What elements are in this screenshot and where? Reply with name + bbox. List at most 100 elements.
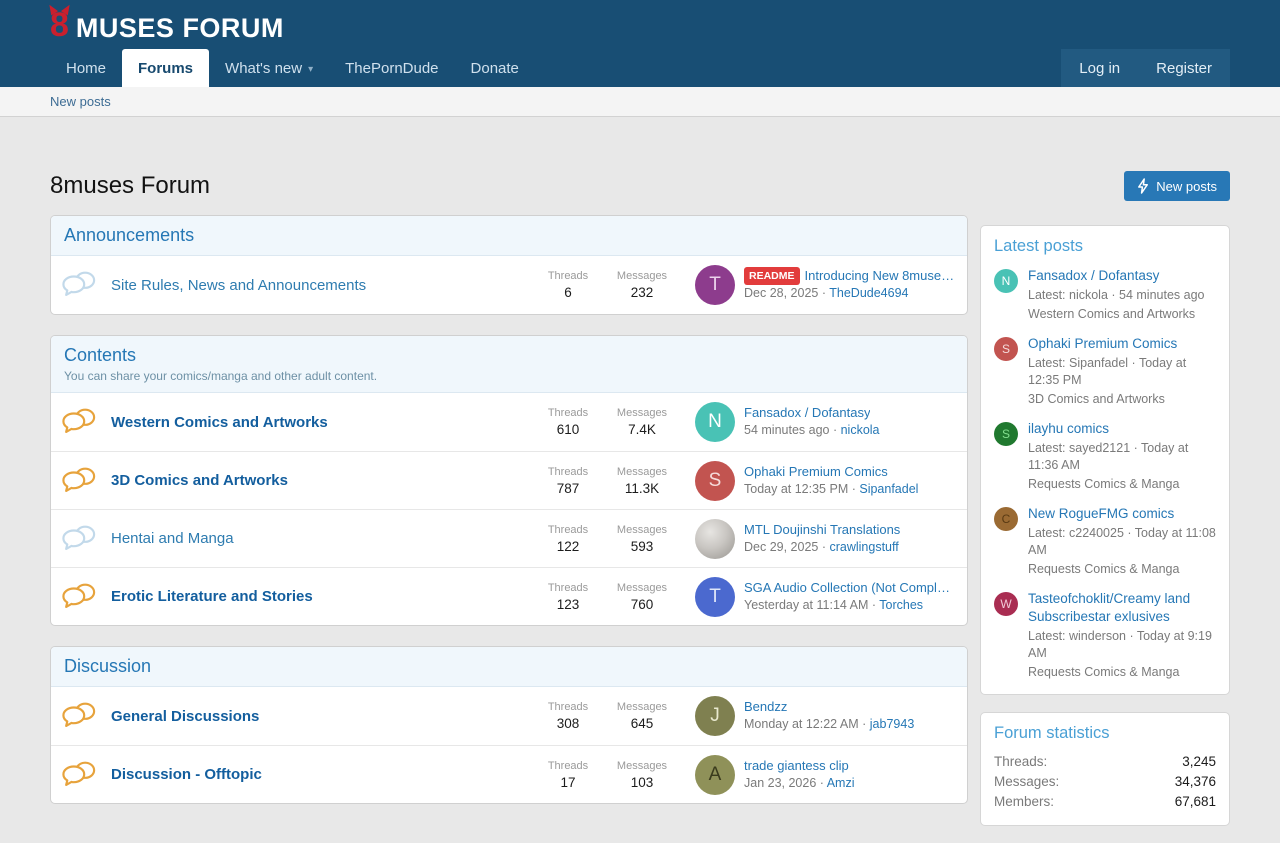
category-announcements: Announcements Site Rules, News and Annou… bbox=[50, 215, 968, 315]
threads-label: Threads bbox=[531, 524, 605, 536]
last-post-link[interactable]: SGA Audio Collection (Not Complet... bbox=[744, 579, 956, 597]
avatar[interactable]: S bbox=[994, 422, 1018, 446]
last-post-link[interactable]: Introducing New 8muses ... bbox=[805, 267, 956, 285]
nav-home[interactable]: Home bbox=[50, 49, 122, 87]
last-post-link[interactable]: trade giantess clip bbox=[744, 757, 849, 775]
avatar-photo[interactable] bbox=[695, 519, 735, 559]
threads-stat: Threads 308 bbox=[531, 701, 605, 731]
stat-label: Messages: bbox=[994, 774, 1059, 789]
latest-post-item: S Ophaki Premium Comics Latest: Sipanfad… bbox=[994, 335, 1216, 408]
forum-row: 3D Comics and Artworks Threads 787 Messa… bbox=[51, 451, 967, 509]
avatar[interactable]: W bbox=[994, 592, 1018, 616]
latest-posts-widget: Latest posts N Fansadox / Dofantasy Late… bbox=[980, 225, 1230, 695]
forum-title-link[interactable]: Erotic Literature and Stories bbox=[111, 588, 313, 605]
messages-value: 7.4K bbox=[605, 422, 679, 437]
messages-stat: Messages 7.4K bbox=[605, 407, 679, 437]
nav-forums[interactable]: Forums bbox=[122, 49, 209, 87]
last-post-user-link[interactable]: nickola bbox=[841, 423, 880, 437]
latest-post-link[interactable]: Fansadox / Dofantasy bbox=[1028, 268, 1159, 283]
logo-text: MUSES FORUM bbox=[76, 15, 284, 42]
page-title: 8muses Forum bbox=[50, 172, 210, 200]
last-post-date: Dec 28, 2025 · bbox=[744, 286, 826, 300]
messages-stat: Messages 593 bbox=[605, 524, 679, 554]
last-post-link[interactable]: Bendzz bbox=[744, 698, 787, 716]
threads-value: 610 bbox=[531, 422, 605, 437]
new-posts-button[interactable]: New posts bbox=[1124, 171, 1230, 201]
last-post-date: Dec 29, 2025 · bbox=[744, 540, 826, 554]
latest-post-meta: Latest: nickola · 54 minutes ago bbox=[1028, 287, 1205, 304]
threads-value: 787 bbox=[531, 481, 605, 496]
threads-value: 6 bbox=[531, 285, 605, 300]
subnav-new-posts-link[interactable]: New posts bbox=[50, 94, 111, 109]
avatar[interactable]: S bbox=[695, 461, 735, 501]
avatar[interactable]: A bbox=[695, 755, 735, 795]
latest-post-forum: 3D Comics and Artworks bbox=[1028, 391, 1216, 408]
forum-row: Site Rules, News and Announcements Threa… bbox=[51, 256, 967, 314]
new-posts-button-label: New posts bbox=[1156, 179, 1217, 194]
avatar[interactable]: T bbox=[695, 577, 735, 617]
threads-label: Threads bbox=[531, 466, 605, 478]
latest-post-forum: Western Comics and Artworks bbox=[1028, 306, 1205, 323]
latest-post-link[interactable]: ilayhu comics bbox=[1028, 421, 1109, 436]
stat-label: Members: bbox=[994, 794, 1054, 809]
threads-value: 17 bbox=[531, 775, 605, 790]
forum-title-link[interactable]: General Discussions bbox=[111, 708, 259, 725]
last-post: Ophaki Premium Comics Today at 12:35 PM … bbox=[744, 463, 956, 499]
stat-row: Threads: 3,245 bbox=[994, 754, 1216, 769]
last-post-user-link[interactable]: jab7943 bbox=[870, 717, 915, 731]
latest-post-link[interactable]: Tasteofchoklit/Creamy land Subscribestar… bbox=[1028, 591, 1190, 624]
messages-stat: Messages 645 bbox=[605, 701, 679, 731]
latest-post-meta: Latest: Sipanfadel · Today at 12:35 PM bbox=[1028, 355, 1216, 389]
last-post-link[interactable]: MTL Doujinshi Translations bbox=[744, 521, 900, 539]
latest-post-link[interactable]: New RogueFMG comics bbox=[1028, 506, 1174, 521]
last-post: README Introducing New 8muses ... Dec 28… bbox=[744, 267, 956, 303]
chat-bubbles-icon bbox=[62, 270, 102, 300]
latest-post-link[interactable]: Ophaki Premium Comics bbox=[1028, 336, 1177, 351]
forum-title-link[interactable]: 3D Comics and Artworks bbox=[111, 472, 288, 489]
latest-post-forum: Requests Comics & Manga bbox=[1028, 476, 1216, 493]
last-post-link[interactable]: Fansadox / Dofantasy bbox=[744, 404, 870, 422]
last-post-link[interactable]: Ophaki Premium Comics bbox=[744, 463, 888, 481]
last-post-user-link[interactable]: crawlingstuff bbox=[829, 540, 898, 554]
last-post-user-link[interactable]: Torches bbox=[879, 598, 923, 612]
threads-stat: Threads 122 bbox=[531, 524, 605, 554]
messages-label: Messages bbox=[605, 524, 679, 536]
avatar[interactable]: C bbox=[994, 507, 1018, 531]
site-logo[interactable]: 8 MUSES FORUM bbox=[50, 10, 284, 41]
stat-row: Messages: 34,376 bbox=[994, 774, 1216, 789]
login-button[interactable]: Log in bbox=[1061, 49, 1138, 87]
messages-value: 760 bbox=[605, 597, 679, 612]
forum-title-link[interactable]: Site Rules, News and Announcements bbox=[111, 277, 366, 294]
last-post-user-link[interactable]: Sipanfadel bbox=[859, 482, 918, 496]
threads-stat: Threads 6 bbox=[531, 270, 605, 300]
messages-label: Messages bbox=[605, 270, 679, 282]
forum-row: Hentai and Manga Threads 122 Messages 59… bbox=[51, 509, 967, 567]
stat-value: 3,245 bbox=[1182, 754, 1216, 769]
readme-badge: README bbox=[744, 267, 800, 285]
nav-donate[interactable]: Donate bbox=[455, 49, 535, 87]
register-button[interactable]: Register bbox=[1138, 49, 1230, 87]
messages-label: Messages bbox=[605, 760, 679, 772]
nav-porndude[interactable]: ThePornDude bbox=[329, 49, 454, 87]
avatar[interactable]: J bbox=[695, 696, 735, 736]
chat-bubbles-icon bbox=[62, 524, 102, 554]
forum-statistics-widget: Forum statistics Threads: 3,245 Messages… bbox=[980, 712, 1230, 826]
avatar[interactable]: N bbox=[695, 402, 735, 442]
last-post: Bendzz Monday at 12:22 AM · jab7943 bbox=[744, 698, 956, 734]
avatar[interactable]: N bbox=[994, 269, 1018, 293]
forum-title-link[interactable]: Hentai and Manga bbox=[111, 530, 234, 547]
last-post-user-link[interactable]: Amzi bbox=[827, 776, 855, 790]
forum-title-link[interactable]: Western Comics and Artworks bbox=[111, 414, 328, 431]
messages-value: 103 bbox=[605, 775, 679, 790]
logo-eight-devil-icon: 8 bbox=[50, 10, 69, 41]
last-post-date: Today at 12:35 PM · bbox=[744, 482, 856, 496]
avatar[interactable]: S bbox=[994, 337, 1018, 361]
lightning-bolt-icon bbox=[1137, 178, 1149, 194]
last-post-user-link[interactable]: TheDude4694 bbox=[829, 286, 908, 300]
forum-title-link[interactable]: Discussion - Offtopic bbox=[111, 766, 262, 783]
avatar[interactable]: T bbox=[695, 265, 735, 305]
latest-post-item: W Tasteofchoklit/Creamy land Subscribest… bbox=[994, 590, 1216, 681]
sidebar: Latest posts N Fansadox / Dofantasy Late… bbox=[980, 225, 1230, 843]
messages-stat: Messages 232 bbox=[605, 270, 679, 300]
nav-whats-new[interactable]: What's new ▾ bbox=[209, 49, 329, 87]
